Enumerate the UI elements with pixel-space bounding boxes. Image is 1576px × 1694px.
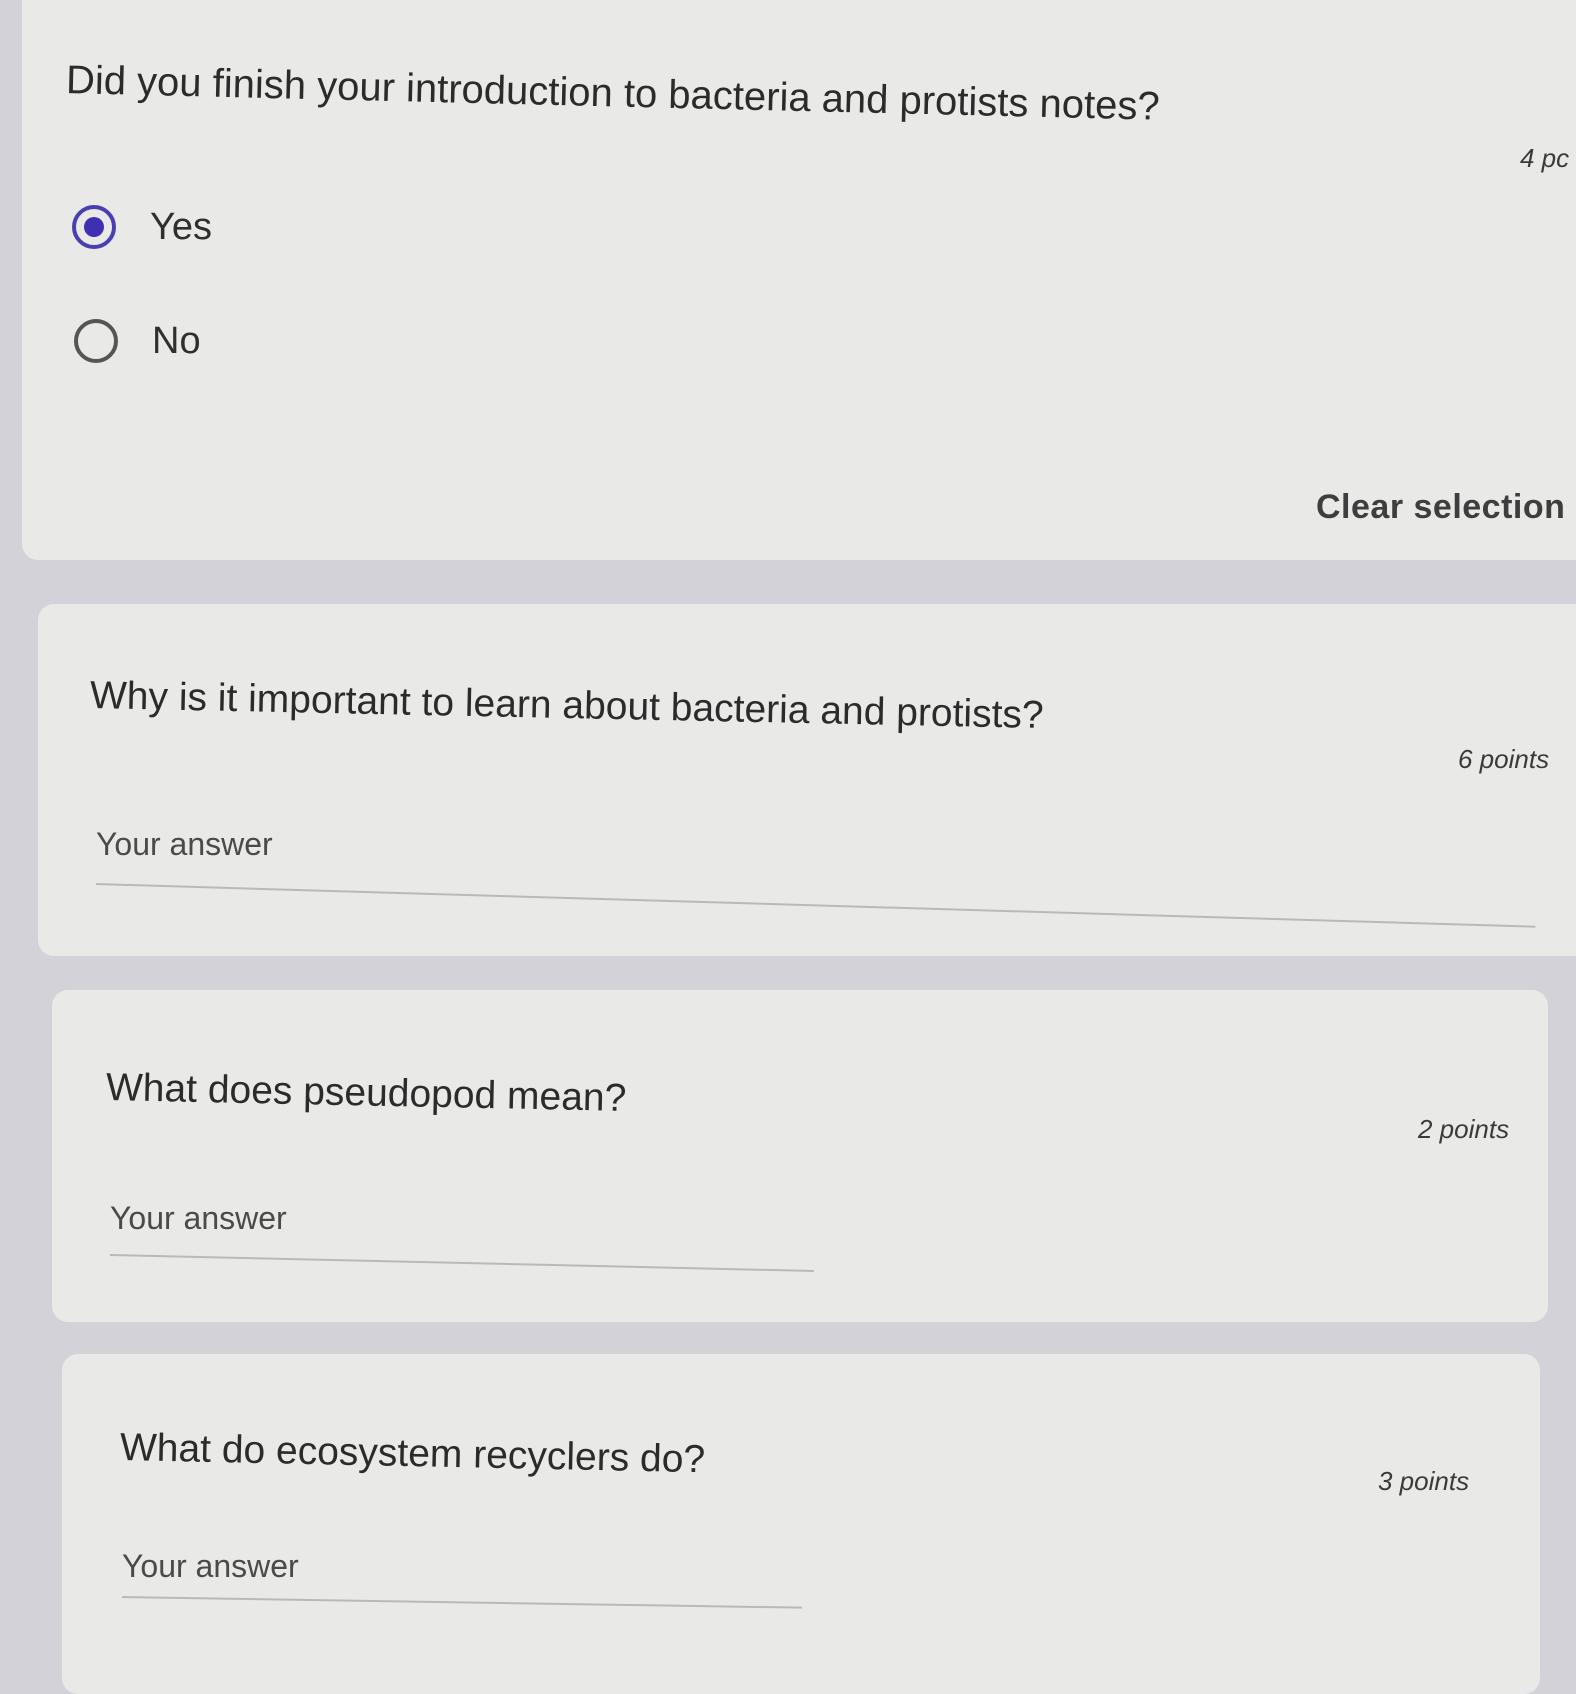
question-card-ecosystem-recyclers: What do ecosystem recyclers do? 3 points… xyxy=(62,1354,1540,1694)
option-no[interactable]: No xyxy=(74,319,201,363)
question-card-finish-notes: Did you finish your introduction to bact… xyxy=(22,0,1576,560)
points-label: 2 points xyxy=(1418,1114,1510,1144)
question-title: What does pseudopod mean? xyxy=(105,1066,627,1120)
points-label: 3 points xyxy=(1378,1466,1470,1496)
radio-selected-icon[interactable] xyxy=(72,205,116,249)
question-card-pseudopod: What does pseudopod mean? 2 points Your … xyxy=(52,990,1548,1322)
answer-placeholder[interactable]: Your answer xyxy=(96,826,273,863)
clear-selection-button[interactable]: Clear selection xyxy=(1316,488,1565,527)
question-title: Why is it important to learn about bacte… xyxy=(89,674,1045,737)
points-label: 4 pc xyxy=(1520,143,1570,173)
answer-placeholder[interactable]: Your answer xyxy=(122,1548,299,1585)
points-label: 6 points xyxy=(1458,744,1550,774)
option-yes[interactable]: Yes xyxy=(72,205,212,249)
question-title: What do ecosystem recyclers do? xyxy=(119,1426,706,1482)
option-label: No xyxy=(152,319,201,362)
answer-underline xyxy=(121,1596,802,1609)
answer-underline xyxy=(109,1254,814,1272)
question-title: Did you finish your introduction to bact… xyxy=(65,58,1161,129)
answer-underline xyxy=(95,883,1536,928)
question-card-why-important: Why is it important to learn about bacte… xyxy=(38,604,1576,956)
option-label: Yes xyxy=(150,205,212,248)
answer-placeholder[interactable]: Your answer xyxy=(110,1200,287,1237)
radio-unselected-icon[interactable] xyxy=(74,319,118,363)
